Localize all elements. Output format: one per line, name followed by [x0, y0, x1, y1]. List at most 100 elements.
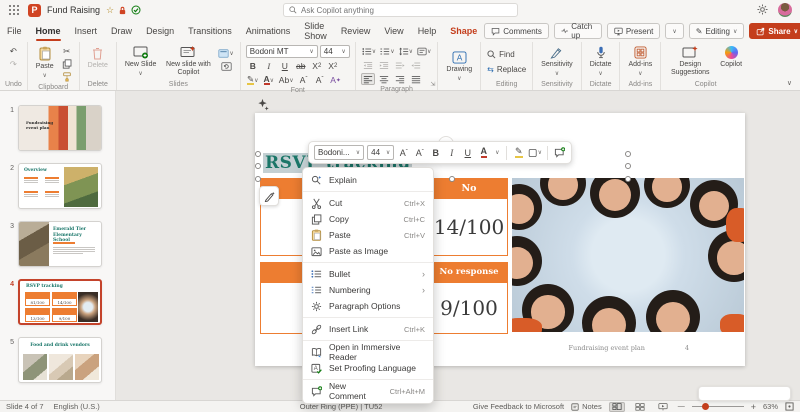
replace-button[interactable]: ⇆ Replace	[486, 63, 527, 75]
toolbar-grow-font-button[interactable]: Aˆ	[397, 145, 410, 161]
justify-button[interactable]	[409, 73, 423, 85]
selection-handle[interactable]	[449, 176, 455, 182]
selection-handle[interactable]	[625, 163, 631, 169]
favorite-star-icon[interactable]: ☆	[106, 5, 114, 16]
find-button[interactable]: Find	[486, 48, 516, 60]
table-header-no-response[interactable]: No response	[430, 262, 508, 282]
paste-button[interactable]: Paste ∨	[33, 45, 57, 81]
align-left-button[interactable]	[361, 73, 375, 85]
feedback-link[interactable]: Give Feedback to Microsoft	[473, 402, 564, 411]
language-label[interactable]: English (U.S.)	[54, 402, 100, 411]
format-painter-button[interactable]	[60, 71, 74, 83]
toolbar-italic-button[interactable]: I	[445, 145, 458, 161]
delete-button[interactable]: Delete	[85, 45, 111, 71]
toolbar-shrink-font-button[interactable]: Aˇ	[413, 145, 426, 161]
toolbar-font-color-button[interactable]: A	[477, 145, 490, 161]
tab-design[interactable]: Design	[139, 20, 181, 42]
fit-to-window-button[interactable]	[785, 402, 794, 411]
copilot-search-box[interactable]	[283, 3, 518, 17]
tab-animations[interactable]: Animations	[239, 20, 298, 42]
copy-button[interactable]	[60, 58, 74, 70]
menu-item-paste[interactable]: Paste Ctrl+V	[303, 227, 433, 243]
new-slide-button[interactable]: New Slide ∨	[122, 45, 160, 79]
editing-mode-button[interactable]: ✎ Editing ∨	[689, 23, 745, 39]
font-name-combobox[interactable]: Bodoni MT ∨	[246, 45, 318, 58]
slide-thumbnail-4[interactable]: RSVP tracking 81/100 14/100 13/100 9/100	[18, 279, 102, 325]
subscript-button[interactable]: X2	[310, 60, 324, 72]
collapse-ribbon-button[interactable]: ∨	[787, 79, 792, 87]
present-button[interactable]: Present	[607, 23, 661, 39]
document-title[interactable]: Fund Raising	[47, 5, 100, 15]
toolbar-underline-button[interactable]: U	[461, 145, 474, 161]
italic-button[interactable]: I	[262, 60, 276, 72]
strikethrough-button[interactable]: ab	[294, 60, 308, 72]
menu-item-set-proofing-language[interactable]: A Set Proofing Language	[303, 360, 433, 376]
font-color-button[interactable]: A∨	[262, 74, 276, 86]
share-button[interactable]: Share ∨	[749, 23, 800, 39]
settings-gear-icon[interactable]	[757, 4, 768, 15]
increase-indent-button[interactable]	[377, 59, 391, 71]
tab-insert[interactable]: Insert	[68, 20, 105, 42]
tab-transitions[interactable]: Transitions	[181, 20, 239, 42]
drawing-button[interactable]: A Drawing ∨	[443, 50, 475, 84]
menu-item-new-comment[interactable]: New Comment Ctrl+Alt+M	[303, 383, 433, 399]
zoom-slider[interactable]	[692, 406, 744, 407]
tab-shape[interactable]: Shape	[443, 20, 484, 42]
tab-draw[interactable]: Draw	[104, 20, 139, 42]
selection-handle[interactable]	[255, 176, 261, 182]
text-highlight-button[interactable]: ✎∨	[246, 74, 260, 86]
addins-button[interactable]: Add-ins ∨	[625, 45, 655, 79]
toolbar-highlight-button[interactable]: ✎	[512, 145, 525, 161]
underline-button[interactable]: U	[278, 60, 292, 72]
selection-handle[interactable]	[255, 151, 261, 157]
copilot-rewrite-pen-button[interactable]	[259, 186, 279, 206]
slide-layout-button[interactable]: ∨	[217, 47, 234, 59]
decrease-indent-button[interactable]	[361, 59, 375, 71]
menu-item-explain[interactable]: Explain	[303, 172, 433, 188]
comments-button[interactable]: Comments	[484, 23, 549, 39]
font-size-combobox[interactable]: 44 ∨	[320, 45, 350, 58]
menu-item-numbering[interactable]: Numbering ›	[303, 282, 433, 298]
catch-up-button[interactable]: Catch up	[554, 23, 602, 39]
selection-handle[interactable]	[625, 151, 631, 157]
new-slide-with-copilot-button[interactable]: New slide with Copilot	[162, 45, 214, 78]
search-input[interactable]	[301, 6, 512, 15]
toolbar-font-combobox[interactable]: Bodoni... ∨	[314, 145, 364, 160]
bullets-button[interactable]: ∨	[361, 45, 377, 57]
table-header-no[interactable]: No	[430, 178, 508, 198]
zoom-level-label[interactable]: 63%	[763, 402, 778, 411]
table-cell-no-response[interactable]: 9/100	[430, 282, 508, 334]
grow-font-button[interactable]: Aˆ	[297, 74, 311, 86]
dictate-button[interactable]: Dictate ∨	[587, 45, 615, 79]
toolbar-font-color-dropdown[interactable]: ∨	[493, 145, 501, 161]
left-to-right-button[interactable]	[393, 59, 407, 71]
app-launcher-icon[interactable]	[9, 5, 20, 16]
toolbar-new-comment-button[interactable]	[553, 145, 566, 161]
character-spacing-button[interactable]: Ab∨	[278, 74, 295, 86]
slide-count-label[interactable]: Slide 4 of 7	[6, 402, 44, 411]
superscript-button[interactable]: X2	[326, 60, 340, 72]
slide-thumbnail-2[interactable]: Overview	[18, 163, 102, 209]
selection-handle[interactable]	[255, 163, 261, 169]
paragraph-dialog-launcher[interactable]: ⇲	[430, 81, 435, 88]
zoom-slider-knob[interactable]	[702, 403, 709, 410]
tab-slide-show[interactable]: Slide Show	[297, 20, 334, 42]
menu-item-paragraph-options[interactable]: Paragraph Options	[303, 298, 433, 314]
slideshow-view-button[interactable]	[655, 402, 671, 412]
menu-item-bullet[interactable]: Bullet ›	[303, 266, 433, 282]
reset-slide-button[interactable]	[217, 60, 234, 72]
align-right-button[interactable]	[393, 73, 407, 85]
cut-button[interactable]: ✂	[60, 45, 74, 57]
canvas-copilot-sparkle-icon[interactable]	[256, 98, 269, 111]
tab-review[interactable]: Review	[334, 20, 378, 42]
user-avatar[interactable]	[778, 3, 792, 17]
bold-button[interactable]: B	[246, 60, 260, 72]
shrink-font-button[interactable]: Aˇ	[313, 74, 327, 86]
menu-item-cut[interactable]: Cut Ctrl+X	[303, 195, 433, 211]
menu-item-immersive-reader[interactable]: Open in Immersive Reader	[303, 344, 433, 360]
tab-view[interactable]: View	[377, 20, 410, 42]
undo-button[interactable]: ↶	[6, 45, 20, 57]
align-center-button[interactable]	[377, 73, 391, 85]
toolbar-size-combobox[interactable]: 44 ∨	[367, 145, 394, 160]
slide-thumbnail-1[interactable]: Fundraising event plan	[18, 105, 102, 151]
